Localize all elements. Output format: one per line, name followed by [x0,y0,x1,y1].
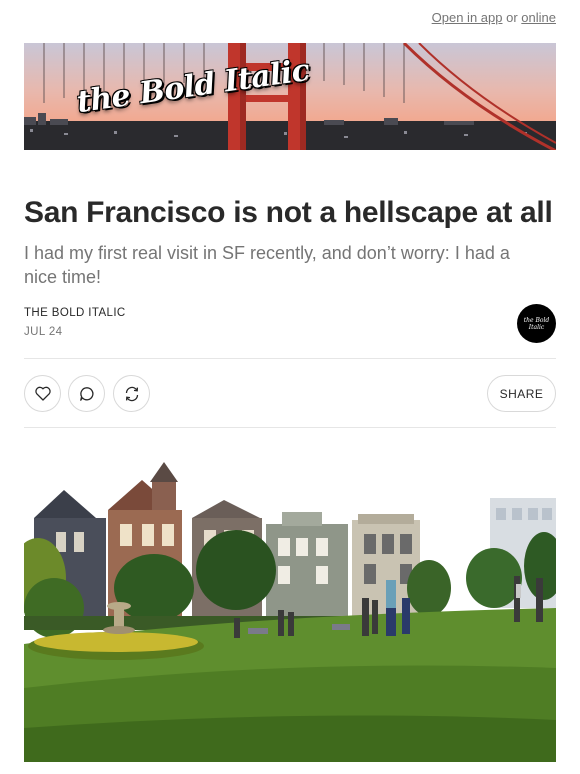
comment-bubble-icon [79,386,93,401]
article-title: San Francisco is not a hellscape at all [24,196,553,229]
top-links: Open in app or online [432,10,556,25]
repost-button[interactable] [113,375,150,412]
like-button[interactable] [24,375,61,412]
repost-arrows-icon [125,386,138,401]
divider-bottom [24,427,556,428]
comment-button[interactable] [68,375,105,412]
avatar-text: the Bold Italic [523,316,550,331]
article-subtitle: I had my first real visit in SF recently… [24,243,510,287]
publish-date: JUL 24 [24,326,63,338]
author-name[interactable]: THE BOLD ITALIC [24,307,126,319]
publication-avatar[interactable]: the Bold Italic [517,304,556,343]
online-link[interactable]: online [521,10,556,25]
publication-banner[interactable]: the Bold Italic [24,43,556,150]
divider-top [24,358,556,359]
heart-icon [34,386,51,401]
open-in-app-link[interactable]: Open in app [432,10,503,25]
article-hero-image[interactable] [24,458,556,762]
alamo-square-painted-ladies-image [24,458,556,762]
share-button[interactable]: SHARE [487,375,556,412]
or-text: or [506,10,518,25]
